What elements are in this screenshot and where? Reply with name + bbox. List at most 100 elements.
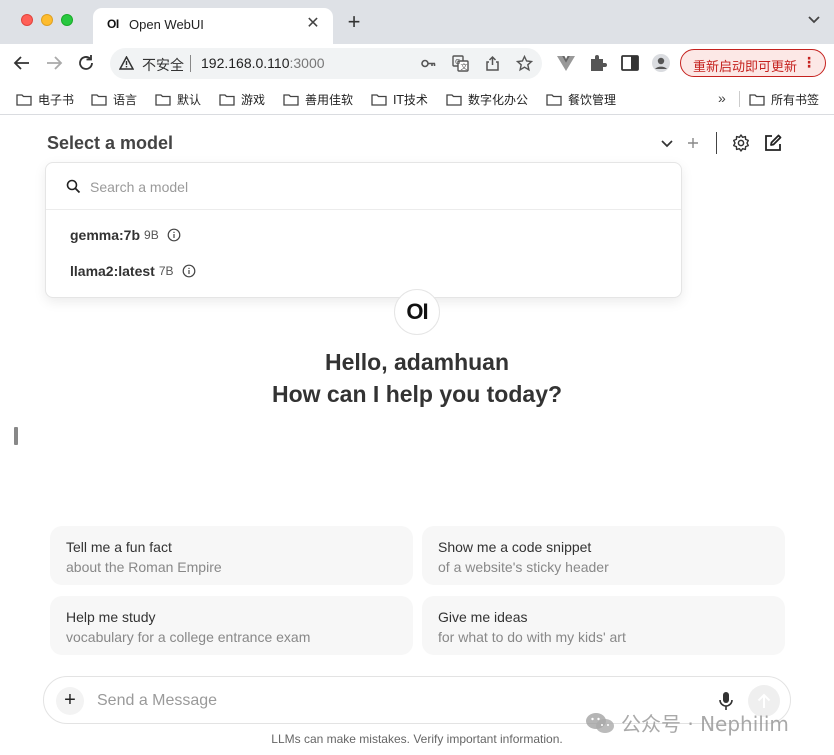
bookmark-folder-digital-office[interactable]: 数字化办公 <box>446 90 528 108</box>
close-window-button[interactable] <box>21 14 33 26</box>
folder-icon <box>749 93 765 106</box>
vue-devtools-extension-icon[interactable] <box>556 53 576 73</box>
bookmark-label: 电子书 <box>38 92 75 107</box>
bookmark-folder-it-tech[interactable]: IT技术 <box>371 90 428 108</box>
open-webui-page: Select a model gemma:7b 9B llama2:latest… <box>0 116 834 755</box>
folder-icon <box>283 93 299 106</box>
new-tab-icon[interactable]: + <box>343 11 365 33</box>
restart-to-update-button[interactable]: 重新启动即可更新 ⋮ <box>680 49 826 77</box>
folder-icon <box>16 93 32 106</box>
folder-icon <box>446 93 462 106</box>
folder-icon <box>219 93 235 106</box>
model-name: gemma:7b <box>70 227 141 243</box>
tab-search-chevron-icon[interactable] <box>808 16 820 24</box>
bookmark-label: IT技术 <box>393 92 428 107</box>
model-name: llama2:latest <box>70 263 155 279</box>
folder-icon <box>155 93 171 106</box>
bookmarks-overflow-chevron-icon[interactable]: » <box>718 90 726 106</box>
info-icon[interactable] <box>167 228 181 242</box>
bookmark-folder-software[interactable]: 善用佳软 <box>283 90 353 108</box>
bookmark-label: 餐饮管理 <box>568 92 617 107</box>
minimize-window-button[interactable] <box>41 14 53 26</box>
browser-tab-active[interactable]: OI Open WebUI ✕ <box>93 8 333 44</box>
sidebar-drag-handle[interactable] <box>14 427 18 445</box>
side-panel-icon[interactable] <box>620 53 640 73</box>
suggestion-subtitle: for what to do with my kids' art <box>438 629 626 645</box>
address-bar[interactable]: 不安全 192.168.0.110:3000 G文 <box>110 48 542 79</box>
suggestion-card[interactable]: Tell me a fun fact about the Roman Empir… <box>50 526 413 585</box>
bookmarks-divider <box>739 91 740 107</box>
address-divider <box>190 55 191 72</box>
translate-icon[interactable]: G文 <box>452 55 469 72</box>
model-option-llama2[interactable]: llama2:latest 7B <box>54 256 673 286</box>
chevron-down-icon[interactable] <box>657 133 677 153</box>
suggestion-card[interactable]: Show me a code snippet of a website's st… <box>422 526 785 585</box>
bookmark-folder-ebook[interactable]: 电子书 <box>16 90 74 108</box>
wechat-logo-icon <box>586 712 614 733</box>
bookmark-folder-catering[interactable]: 餐饮管理 <box>546 90 616 108</box>
greeting-line-1: Hello, adamhuan <box>324 349 510 375</box>
extensions-puzzle-icon[interactable] <box>588 53 608 73</box>
all-bookmarks-folder[interactable]: 所有书签 <box>749 90 819 108</box>
bookmark-star-icon[interactable] <box>516 55 533 72</box>
browser-tab-bar: OI Open WebUI ✕ + <box>0 0 834 44</box>
suggestion-title: Help me study <box>66 609 156 625</box>
folder-icon <box>371 93 387 106</box>
share-icon[interactable] <box>484 55 501 72</box>
suggestion-title: Give me ideas <box>438 609 528 625</box>
bookmark-folder-default[interactable]: 默认 <box>155 90 201 108</box>
wechat-watermark: 公众号 · Nephilim <box>585 708 789 737</box>
warning-triangle-icon[interactable] <box>119 56 134 70</box>
watermark-text: 公众号 · Nephilim <box>621 712 789 736</box>
svg-text:文: 文 <box>461 62 468 71</box>
bookmark-folder-language[interactable]: 语言 <box>91 90 137 108</box>
browser-toolbar: 不安全 192.168.0.110:3000 G文 重新启动即可更新 ⋮ <box>0 44 834 82</box>
suggestion-title: Show me a code snippet <box>438 539 592 555</box>
suggestion-subtitle: vocabulary for a college entrance exam <box>66 629 311 645</box>
suggestion-subtitle: about the Roman Empire <box>66 559 222 575</box>
model-selector-title[interactable]: Select a model <box>47 133 173 154</box>
password-key-icon[interactable] <box>420 55 437 72</box>
tab-title: Open WebUI <box>129 17 204 32</box>
back-arrow-icon[interactable] <box>12 53 32 73</box>
bookmark-label: 语言 <box>113 92 138 107</box>
model-option-gemma[interactable]: gemma:7b 9B <box>54 220 673 250</box>
model-size: 9B <box>144 228 159 242</box>
profile-avatar-icon[interactable] <box>651 53 671 73</box>
suggestion-title: Tell me a fun fact <box>66 539 172 555</box>
add-model-plus-icon[interactable] <box>683 133 703 153</box>
folder-icon <box>546 93 562 106</box>
bookmark-label: 善用佳软 <box>305 92 354 107</box>
attach-plus-button[interactable]: + <box>56 687 84 715</box>
forward-arrow-icon[interactable] <box>44 53 64 73</box>
bookmark-label: 默认 <box>177 92 202 107</box>
url-text[interactable]: 192.168.0.110:3000 <box>201 55 325 71</box>
open-webui-logo: OI <box>394 289 440 335</box>
bookmark-folder-games[interactable]: 游戏 <box>219 90 265 108</box>
all-bookmarks-label: 所有书签 <box>771 92 820 107</box>
model-search-input[interactable] <box>90 175 660 199</box>
info-icon[interactable] <box>182 264 196 278</box>
tab-close-icon[interactable]: ✕ <box>303 14 323 34</box>
not-secure-label[interactable]: 不安全 <box>142 55 184 75</box>
bookmark-label: 游戏 <box>241 92 266 107</box>
reload-icon[interactable] <box>76 53 96 73</box>
bookmarks-bar: 电子书 语言 默认 游戏 善用佳软 IT技术 数字化办公 餐饮管理 » 所有书签 <box>0 82 834 115</box>
suggestion-card[interactable]: Help me study vocabulary for a college e… <box>50 596 413 655</box>
more-menu-icon[interactable]: ⋮ <box>802 55 816 69</box>
search-icon <box>66 179 81 194</box>
open-webui-favicon-icon: OI <box>107 17 119 31</box>
model-dropdown: gemma:7b 9B llama2:latest 7B <box>45 162 682 298</box>
url-host: 192.168.0.110 <box>201 55 290 71</box>
bookmark-label: 数字化办公 <box>468 92 529 107</box>
dropdown-separator <box>46 209 681 210</box>
settings-gear-icon[interactable] <box>731 133 751 153</box>
suggestion-subtitle: of a website's sticky header <box>438 559 609 575</box>
new-chat-edit-icon[interactable] <box>763 133 783 153</box>
header-divider <box>716 132 717 154</box>
greeting-line-2: How can I help you today? <box>271 381 563 407</box>
suggestion-card[interactable]: Give me ideas for what to do with my kid… <box>422 596 785 655</box>
zoom-window-button[interactable] <box>61 14 73 26</box>
model-size: 7B <box>158 264 174 278</box>
url-port: :3000 <box>289 55 325 71</box>
